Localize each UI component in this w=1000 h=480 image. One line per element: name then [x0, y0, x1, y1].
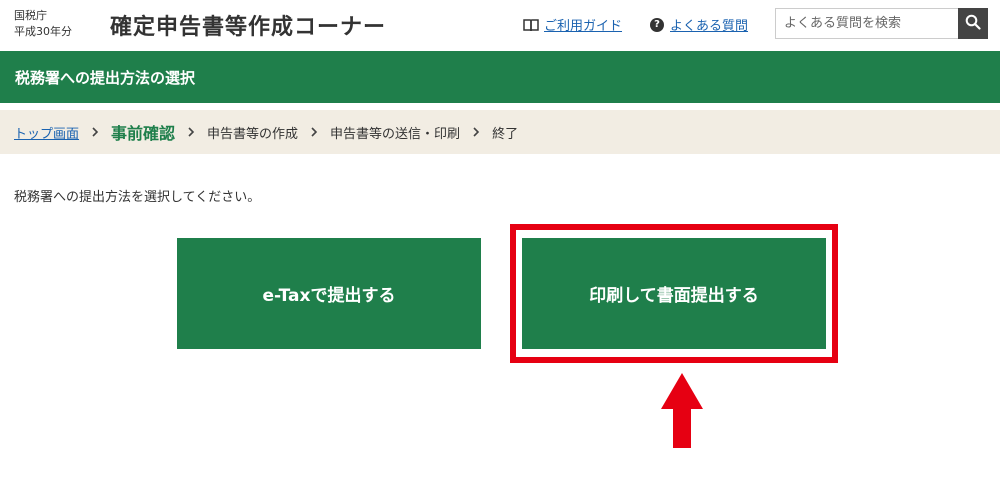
faq-link[interactable]: ? よくある質問 [650, 15, 748, 34]
page-title: 税務署への提出方法の選択 [15, 69, 196, 87]
instruction-text: 税務署への提出方法を選択してください。 [14, 190, 261, 205]
faq-link-label: よくある質問 [670, 19, 749, 34]
chevron-right-icon [187, 127, 195, 137]
agency-name: 国税庁 [14, 9, 47, 22]
page: 国税庁 平成30年分 確定申告書等作成コーナー ご利用ガイド ? よくある質問 [0, 0, 1000, 480]
page-title-bar: 税務署への提出方法の選択 [0, 51, 1000, 103]
chevron-right-icon [310, 127, 318, 137]
breadcrumb-step-create: 申告書等の作成 [207, 126, 299, 142]
breadcrumb-top-link[interactable]: トップ画面 [14, 123, 79, 142]
search-button[interactable] [958, 8, 988, 39]
book-icon [523, 18, 539, 32]
tax-year: 平成30年分 [14, 25, 72, 38]
print-submit-button[interactable]: 印刷して書面提出する [522, 238, 826, 349]
arrow-up-icon [661, 373, 703, 448]
breadcrumb-step-finish: 終了 [492, 126, 519, 142]
etax-submit-button[interactable]: e-Taxで提出する [177, 238, 481, 349]
header: 国税庁 平成30年分 確定申告書等作成コーナー ご利用ガイド ? よくある質問 [0, 0, 1000, 50]
agency-label: 国税庁 平成30年分 [14, 8, 72, 40]
breadcrumb: トップ画面 事前確認 申告書等の作成 申告書等の送信・印刷 終了 [0, 110, 1000, 154]
chevron-right-icon [472, 127, 480, 137]
breadcrumb-step-send-print: 申告書等の送信・印刷 [330, 126, 461, 142]
search-input[interactable] [775, 8, 958, 39]
search-icon [965, 14, 981, 33]
breadcrumb-current-step: 事前確認 [111, 124, 176, 143]
guide-link[interactable]: ご利用ガイド [523, 15, 622, 34]
guide-link-label: ご利用ガイド [544, 19, 623, 34]
site-title: 確定申告書等作成コーナー [110, 15, 387, 40]
search-box [775, 8, 988, 39]
question-circle-icon: ? [650, 17, 664, 32]
chevron-right-icon [91, 127, 99, 137]
